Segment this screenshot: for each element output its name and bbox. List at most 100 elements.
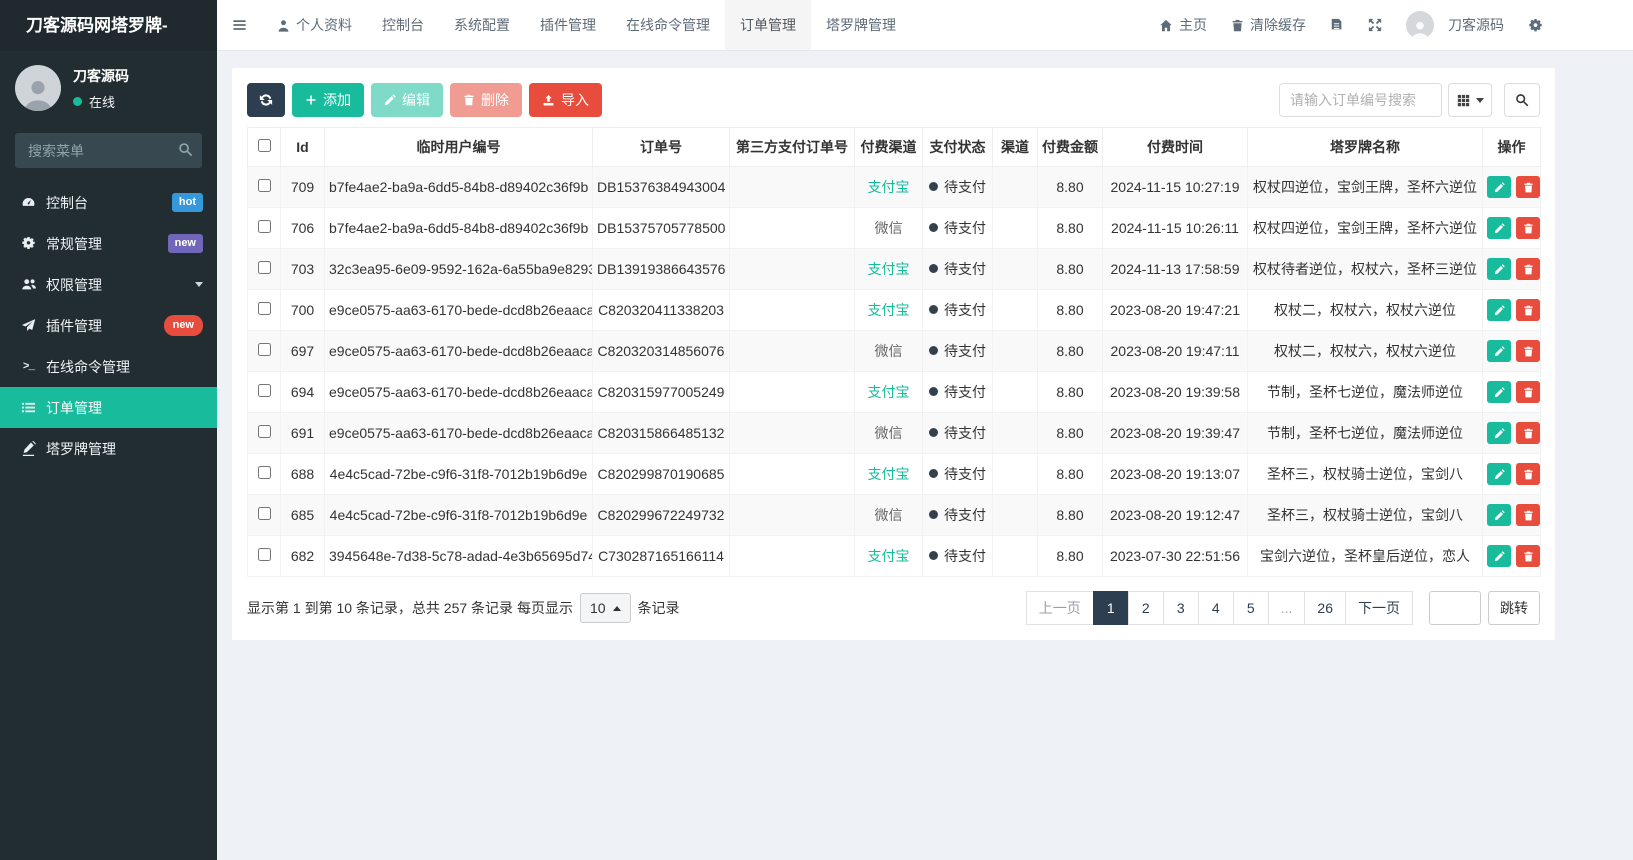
row-edit-button[interactable] (1487, 422, 1511, 444)
pay-channel-text: 支付宝 (867, 548, 910, 564)
row-delete-button[interactable] (1516, 176, 1540, 198)
sidebar-item-orders[interactable]: 订单管理 (0, 387, 217, 428)
nav-item-plugins[interactable]: 插件管理 (525, 0, 611, 50)
add-button[interactable]: 添加 (292, 83, 364, 117)
next-page-button[interactable]: 下一页 (1345, 591, 1413, 625)
pencil-icon (1494, 345, 1505, 356)
row-delete-button[interactable] (1516, 504, 1540, 526)
cell-pay-time: 2023-08-20 19:47:21 (1102, 289, 1248, 331)
sidebar-item-label: 订单管理 (46, 399, 102, 416)
fullscreen-button[interactable] (1356, 18, 1394, 32)
jump-page-input[interactable] (1429, 591, 1481, 625)
row-checkbox[interactable] (257, 384, 271, 397)
search-icon[interactable] (178, 142, 193, 157)
table-search-button[interactable] (1504, 83, 1540, 117)
cell-third-party-no (729, 207, 855, 249)
page-button[interactable]: 5 (1232, 591, 1269, 625)
row-edit-button[interactable] (1487, 381, 1511, 403)
nav-item-online-commands[interactable]: 在线命令管理 (611, 0, 725, 50)
page-button[interactable]: 2 (1127, 591, 1164, 625)
row-checkbox[interactable] (257, 425, 271, 438)
row-checkbox[interactable] (257, 548, 271, 561)
nav-item-tarot[interactable]: 塔罗牌管理 (811, 0, 911, 50)
sidebar-item-dashboard[interactable]: 控制台 hot (0, 182, 217, 223)
cell-order-no: DB15376384943004 (592, 166, 730, 208)
row-edit-button[interactable] (1487, 545, 1511, 567)
cell-pay-time: 2023-08-20 19:39:58 (1102, 371, 1248, 413)
cell-third-party-no (729, 412, 855, 454)
nav-item-system-config[interactable]: 系统配置 (439, 0, 525, 50)
refresh-button[interactable] (247, 83, 285, 117)
row-checkbox[interactable] (257, 220, 271, 233)
select-all-checkbox[interactable] (257, 139, 271, 152)
trash-icon (1523, 223, 1533, 233)
page-size-dropdown[interactable]: 10 (579, 593, 631, 623)
row-delete-button[interactable] (1516, 340, 1540, 362)
column-header: 付费金额 (1037, 127, 1103, 167)
row-edit-button[interactable] (1487, 504, 1511, 526)
menu-search-input[interactable] (15, 133, 202, 168)
page-button[interactable]: 3 (1162, 591, 1199, 625)
row-edit-button[interactable] (1487, 217, 1511, 239)
order-search-input[interactable] (1279, 83, 1442, 117)
sidebar-menu: 控制台 hot 常规管理 new 权限管理 插件管理 new >_ 在线命令管理… (0, 182, 217, 469)
settings-button[interactable] (1516, 18, 1555, 33)
home-button[interactable]: 主页 (1147, 15, 1219, 35)
page-button[interactable]: ... (1267, 591, 1306, 625)
row-delete-button[interactable] (1516, 381, 1540, 403)
sidebar-item-online-commands[interactable]: >_ 在线命令管理 (0, 346, 217, 387)
row-delete-button[interactable] (1516, 217, 1540, 239)
row-edit-button[interactable] (1487, 299, 1511, 321)
nav-item-label: 系统配置 (454, 17, 510, 33)
pay-status-text: 待支付 (944, 302, 986, 318)
nav-item-label: 控制台 (382, 17, 424, 33)
delete-button[interactable]: 删除 (450, 83, 522, 117)
sidebar-item-permissions[interactable]: 权限管理 (0, 264, 217, 305)
status-dot-icon (929, 387, 938, 396)
row-delete-button[interactable] (1516, 299, 1540, 321)
records-info-suffix: 条记录 (637, 600, 680, 616)
column-header: 付费时间 (1102, 127, 1248, 167)
user-menu[interactable]: 刀客源码 (1394, 11, 1516, 39)
app-logo[interactable]: 刀客源码网塔罗牌- (0, 0, 217, 51)
avatar (15, 65, 61, 111)
import-button[interactable]: 导入 (529, 83, 602, 117)
sidebar-item-plugins[interactable]: 插件管理 new (0, 305, 217, 346)
row-edit-button[interactable] (1487, 176, 1511, 198)
cell-tarot-names: 权杖待者逆位，权杖六，圣杯三逆位 (1247, 248, 1483, 290)
sidebar-item-tarot[interactable]: 塔罗牌管理 (0, 428, 217, 469)
row-checkbox[interactable] (257, 343, 271, 356)
nav-item-profile[interactable]: 个人资料 (262, 0, 367, 50)
chevron-down-icon (195, 282, 203, 287)
row-delete-button[interactable] (1516, 545, 1540, 567)
row-checkbox[interactable] (257, 507, 271, 520)
sidebar-toggle-button[interactable] (217, 0, 262, 50)
cell-tarot-names: 权杖二，权杖六，权杖六逆位 (1247, 289, 1483, 331)
edit-button[interactable]: 编辑 (371, 83, 443, 117)
cell-pay-channel: 支付宝 (854, 166, 923, 208)
page-button[interactable]: 1 (1092, 591, 1129, 625)
row-edit-button[interactable] (1487, 463, 1511, 485)
prev-page-button[interactable]: 上一页 (1025, 591, 1094, 625)
row-delete-button[interactable] (1516, 258, 1540, 280)
nav-item-dashboard[interactable]: 控制台 (367, 0, 439, 50)
row-edit-button[interactable] (1487, 340, 1511, 362)
row-checkbox[interactable] (257, 179, 271, 192)
cell-actions (1482, 166, 1541, 208)
row-checkbox[interactable] (257, 466, 271, 479)
log-button[interactable] (1318, 18, 1356, 32)
row-edit-button[interactable] (1487, 258, 1511, 280)
page-button[interactable]: 26 (1304, 591, 1346, 625)
row-checkbox[interactable] (257, 261, 271, 274)
sidebar-item-general[interactable]: 常规管理 new (0, 223, 217, 264)
columns-dropdown-button[interactable] (1448, 83, 1492, 117)
cell-channel (992, 289, 1038, 331)
clear-cache-button[interactable]: 清除缓存 (1219, 15, 1318, 35)
nav-item-orders[interactable]: 订单管理 (725, 0, 811, 50)
row-checkbox[interactable] (257, 302, 271, 315)
row-delete-button[interactable] (1516, 422, 1540, 444)
page-button[interactable]: 4 (1197, 591, 1234, 625)
cell-tarot-names: 圣杯三，权杖骑士逆位，宝剑八 (1247, 494, 1483, 536)
row-delete-button[interactable] (1516, 463, 1540, 485)
jump-button[interactable]: 跳转 (1488, 591, 1540, 625)
